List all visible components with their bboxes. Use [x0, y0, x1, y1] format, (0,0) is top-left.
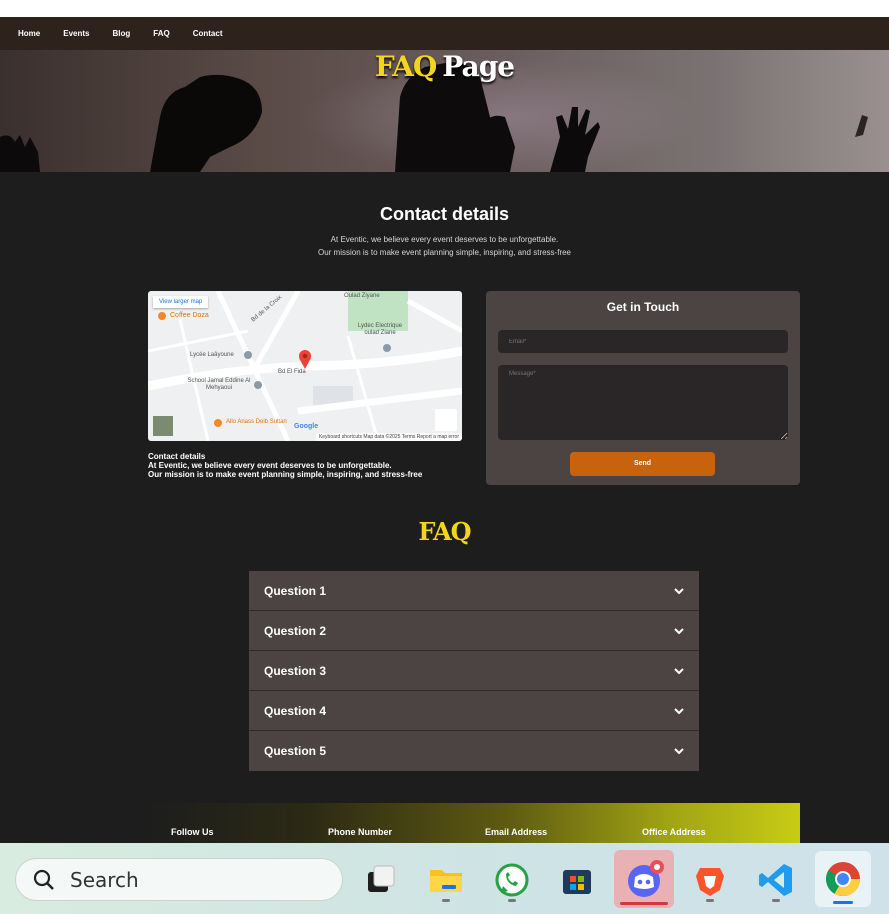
chevron-down-icon: [674, 587, 684, 594]
faq-item-5[interactable]: Question 5: [249, 731, 699, 771]
page-title: FAQ Page: [0, 50, 889, 83]
chevron-down-icon: [674, 748, 684, 755]
chevron-down-icon: [674, 707, 684, 714]
get-in-touch-form: Get in Touch Send: [486, 291, 800, 485]
search-icon: [33, 869, 54, 890]
map-label-coffee-doza: Coffee Doza: [170, 312, 209, 319]
nav-faq-link[interactable]: FAQ: [153, 29, 169, 38]
contact-details-block: Contact details At Eventic, we believe e…: [148, 452, 422, 479]
footer-office-address: Office Address: [642, 827, 706, 837]
running-indicator: [442, 899, 450, 902]
faq-item-3[interactable]: Question 3: [249, 651, 699, 691]
vscode-button[interactable]: [751, 855, 801, 905]
send-button[interactable]: Send: [570, 452, 715, 476]
faq-question-label: Question 5: [264, 744, 327, 758]
microsoft-store-button[interactable]: [552, 855, 602, 905]
map-label-lycee: Lycée Laâyoune: [190, 352, 234, 358]
map-footer[interactable]: Keyboard shortcuts Map data ©2025 Terms …: [315, 433, 462, 441]
contact-intro-line2: Our mission is to make event planning si…: [318, 248, 571, 257]
message-field[interactable]: [498, 365, 788, 440]
vscode-icon: [759, 864, 792, 896]
faq-accordion: Question 1 Question 2 Question 3 Questio…: [249, 571, 699, 771]
footer-phone-number: Phone Number: [328, 827, 393, 837]
map-label-allo-anass: Allo Anass Deib Sultan: [226, 419, 287, 425]
page-title-part2: Page: [442, 50, 515, 83]
email-field[interactable]: [498, 330, 788, 353]
contact-details-heading-small: Contact details: [148, 452, 206, 461]
active-indicator: [833, 901, 853, 904]
task-view-icon: [368, 865, 395, 892]
map-label-lydec: Lydec Electrique oulad Ziane: [357, 323, 403, 336]
nav-events-link[interactable]: Events: [63, 29, 89, 38]
store-icon: [563, 870, 591, 894]
nav-contact-link[interactable]: Contact: [193, 29, 223, 38]
whatsapp-button[interactable]: [487, 855, 537, 905]
chevron-down-icon: [674, 667, 684, 674]
chrome-icon: [826, 862, 860, 896]
brave-browser-button[interactable]: [685, 855, 735, 905]
folder-icon: [430, 870, 462, 892]
search-placeholder: Search: [70, 867, 139, 892]
discord-icon: [628, 860, 664, 897]
page-title-part1: FAQ: [374, 50, 437, 83]
faq-item-1[interactable]: Question 1: [249, 571, 699, 611]
top-navbar: Home Events Blog FAQ Contact: [0, 17, 889, 50]
discord-button[interactable]: [614, 850, 674, 908]
browser-top-strip: [0, 0, 889, 17]
faq-heading: FAQ: [418, 517, 471, 546]
faq-question-label: Question 3: [264, 663, 327, 678]
chrome-button[interactable]: [815, 851, 871, 907]
windows-taskbar: Search: [0, 843, 889, 914]
contact-details-heading: Contact details: [379, 204, 510, 224]
taskbar-search[interactable]: Search: [15, 858, 343, 901]
contact-details-line2: Our mission is to make event planning si…: [148, 470, 423, 479]
footer-follow-us: Follow Us: [171, 827, 214, 837]
form-title: Get in Touch: [606, 300, 680, 314]
running-indicator: [508, 899, 516, 902]
task-view-button[interactable]: [355, 855, 405, 905]
map-label-school: School Jamal Eddine Al Mehyaoui: [187, 378, 251, 391]
google-logo: Google: [294, 423, 319, 430]
map-label-oulad-ziyane: Oulad Ziyane: [344, 293, 380, 299]
contact-details-line1: At Eventic, we believe every event deser…: [148, 461, 392, 470]
brave-icon: [696, 868, 724, 896]
view-larger-map-link[interactable]: View larger map: [153, 296, 209, 308]
running-indicator: [706, 899, 714, 902]
nav-blog-link[interactable]: Blog: [112, 29, 130, 38]
embedded-map[interactable]: View larger map Coffee Doza Lycée Laâyou…: [148, 291, 462, 441]
footer-email-address: Email Address: [485, 827, 548, 837]
file-explorer-button[interactable]: [421, 855, 471, 905]
faq-item-4[interactable]: Question 4: [249, 691, 699, 731]
map-label-bd-el-fida: Bd El Fida: [278, 369, 306, 375]
running-indicator: [772, 899, 780, 902]
site-footer: Follow Us Phone Number Email Address Off…: [148, 803, 800, 843]
active-indicator: [620, 902, 668, 905]
faq-question-label: Question 1: [264, 583, 327, 598]
faq-question-label: Question 2: [264, 623, 327, 638]
whatsapp-icon: [495, 863, 529, 897]
faq-item-2[interactable]: Question 2: [249, 611, 699, 651]
contact-intro-line1: At Eventic, we believe every event deser…: [330, 235, 559, 244]
nav-home-link[interactable]: Home: [18, 29, 40, 38]
faq-question-label: Question 4: [264, 703, 327, 718]
chevron-down-icon: [674, 627, 684, 634]
